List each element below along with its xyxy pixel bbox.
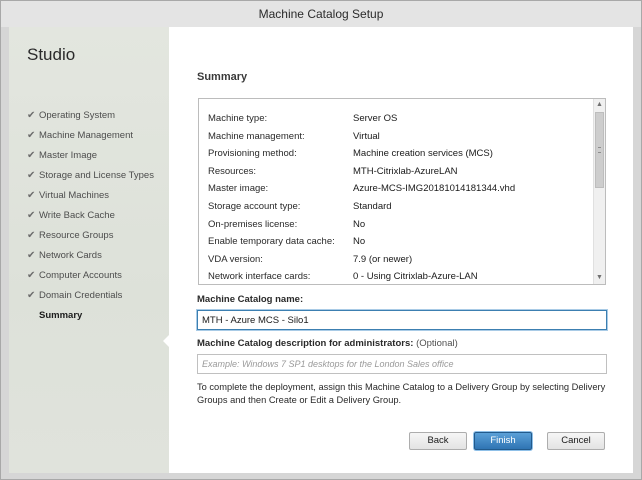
summary-key: On-premises license: xyxy=(208,218,298,230)
summary-row: Network interface cards: 0 - Using Citrix… xyxy=(208,268,515,286)
wizard-step-label: Operating System xyxy=(39,110,116,121)
wizard-step-label: Storage and License Types xyxy=(39,170,154,181)
wizard-step: ✔ Write Back Cache xyxy=(27,206,154,226)
summary-value: 7.9 (or newer) xyxy=(353,253,413,265)
summary-list[interactable]: Machine type: Server OS Machine management… xyxy=(198,98,606,285)
wizard-step: ✔ Computer Accounts xyxy=(27,266,154,286)
sidebar-title: Studio xyxy=(27,45,76,64)
summary-row: Master image: Azure-MCS-IMG20181014181344… xyxy=(208,180,515,198)
wizard-step: ✔ Master Image xyxy=(27,146,154,166)
summary-row: Machine type: Server OS xyxy=(208,110,515,128)
checkmark-icon: ✔ xyxy=(27,210,36,221)
summary-row: On-premises license: No xyxy=(208,216,515,234)
summary-scrollbar[interactable]: ▲ ▼ xyxy=(593,99,605,284)
wizard-step: ✔ Machine Management xyxy=(27,126,154,146)
summary-value: Azure-MCS-IMG20181014181344.vhd xyxy=(353,183,516,195)
wizard-step-label: Computer Accounts xyxy=(39,270,122,281)
wizard-step-label: Virtual Machines xyxy=(39,190,110,201)
summary-value: Machine creation services (MCS) xyxy=(353,148,493,160)
finish-button[interactable]: Finish xyxy=(474,432,532,450)
summary-row: Machine management: Virtual xyxy=(208,128,515,146)
wizard-step: ✔ Network Cards xyxy=(27,246,154,266)
wizard-step-label: Domain Credentials xyxy=(39,290,123,301)
wizard-step-label: Machine Management xyxy=(39,130,133,141)
summary-value: 0 - Using Citrixlab-Azure-LAN xyxy=(353,271,478,283)
summary-key: Enable temporary data cache: xyxy=(208,236,335,248)
wizard-step: ✔ Resource Groups xyxy=(27,226,154,246)
wizard-step-label: Write Back Cache xyxy=(39,210,115,221)
cancel-button[interactable]: Cancel xyxy=(547,432,605,450)
summary-row: Provisioning method: Machine creation ser… xyxy=(208,145,515,163)
checkmark-icon: ✔ xyxy=(27,290,36,301)
summary-key: Machine type: xyxy=(208,113,268,124)
scroll-down-arrow-icon[interactable]: ▼ xyxy=(594,272,605,284)
wizard-step: ✔ Operating System xyxy=(27,106,154,126)
scroll-up-arrow-icon[interactable]: ▲ xyxy=(594,99,605,111)
window-title: Machine Catalog Setup xyxy=(1,1,641,27)
wizard-step-label: Resource Groups xyxy=(39,230,114,241)
optional-note: (Optional) xyxy=(416,338,458,349)
summary-value: No xyxy=(353,218,366,230)
summary-key: Network interface cards: xyxy=(208,271,311,283)
summary-row: Resources: MTH-Citrixlab-AzureLAN xyxy=(208,163,515,181)
info-text: To complete the deployment, assign this … xyxy=(197,382,606,405)
back-button[interactable]: Back xyxy=(409,432,467,450)
summary-key: Storage account type: xyxy=(208,200,301,212)
summary-value: No xyxy=(353,236,366,248)
wizard-step-label: Master Image xyxy=(39,150,98,161)
checkmark-icon: ✔ xyxy=(27,150,36,161)
summary-key: Resources: xyxy=(208,165,257,177)
checkmark-icon: ✔ xyxy=(27,250,36,261)
summary-value: Standard xyxy=(353,200,392,212)
checkmark-icon: ✔ xyxy=(27,130,36,141)
summary-value: Server OS xyxy=(353,113,398,124)
summary-rows: Machine type: Server OS Machine management… xyxy=(208,110,515,286)
summary-row: VDA version: 7.9 (or newer) xyxy=(208,251,515,269)
wizard-step: Summary xyxy=(27,306,154,326)
summary-key: Provisioning method: xyxy=(208,148,297,160)
description-label: Machine Catalog description for administ… xyxy=(197,338,458,349)
scrollbar-thumb[interactable] xyxy=(595,112,604,188)
summary-key: VDA version: xyxy=(208,253,263,265)
wizard-step-label: Network Cards xyxy=(39,250,102,261)
wizard-step: ✔ Virtual Machines xyxy=(27,186,154,206)
summary-value: Virtual xyxy=(353,130,380,142)
summary-key: Master image: xyxy=(208,183,269,195)
summary-row: Storage account type: Standard xyxy=(208,198,515,216)
checkmark-icon: ✔ xyxy=(27,110,36,121)
wizard-window: Machine Catalog Setup Studio ✔ Operating … xyxy=(0,0,642,480)
wizard-step: ✔ Domain Credentials xyxy=(27,286,154,306)
checkmark-icon: ✔ xyxy=(27,230,36,241)
checkmark-icon: ✔ xyxy=(27,270,36,281)
description-label-text: Machine Catalog description for administ… xyxy=(197,338,414,349)
catalog-name-input[interactable] xyxy=(196,309,608,331)
wizard-steps: ✔ Operating System ✔ Machine Management ✔ Mas… xyxy=(27,106,154,326)
description-input[interactable] xyxy=(197,354,607,374)
window-frame-right xyxy=(633,27,641,473)
checkmark-icon: ✔ xyxy=(27,170,36,181)
main-panel: Summary Machine type: Server OS Machine ma… xyxy=(169,27,635,473)
page-title: Summary xyxy=(197,71,248,83)
wizard-step-label: Summary xyxy=(39,310,83,321)
catalog-name-label: Machine Catalog name: xyxy=(197,294,304,305)
summary-row: Enable temporary data cache: No xyxy=(208,233,515,251)
wizard-step: ✔ Storage and License Types xyxy=(27,166,154,186)
checkmark-icon: ✔ xyxy=(27,190,36,201)
summary-key: Machine management: xyxy=(208,130,305,142)
grip-icon xyxy=(598,147,601,153)
summary-value: MTH-Citrixlab-AzureLAN xyxy=(353,165,458,177)
